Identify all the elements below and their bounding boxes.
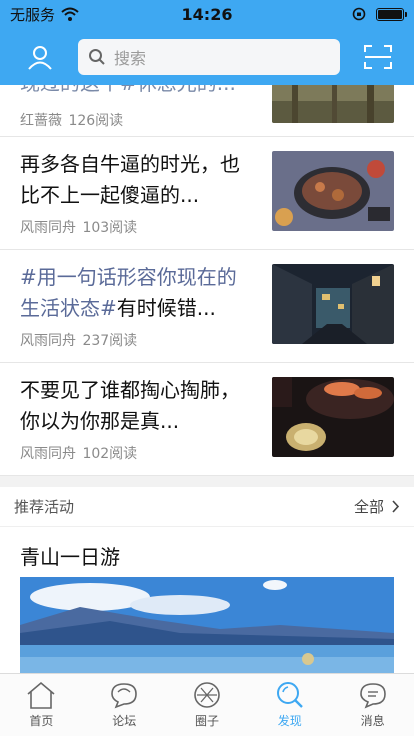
post-title: #用一句话形容你现在的生活状态#有时候错...: [20, 265, 237, 320]
tab-label: 圈子: [194, 714, 219, 728]
activity-image[interactable]: [20, 577, 394, 673]
post-title: 再多各自牛逼的时光，也比不上一起傻逼的...: [20, 152, 240, 207]
tab-label: 首页: [29, 714, 54, 728]
post-reads: 237阅读: [82, 333, 138, 349]
profile-button[interactable]: [16, 37, 64, 77]
tab-label: 发现: [277, 714, 302, 728]
post-reads: 126阅读: [68, 113, 124, 129]
recommended-activities: 推荐活动 全部 青山一日游: [0, 487, 414, 673]
post-thumbnail: [272, 151, 394, 231]
home-icon: [27, 681, 55, 709]
chevron-right-icon: [392, 500, 400, 513]
post-meta: 风雨同舟 103阅读: [20, 217, 137, 237]
search-placeholder: 搜索: [114, 48, 147, 68]
top-header: 无服务 14:26 搜索: [0, 0, 414, 85]
post-author: 风雨同舟: [20, 446, 76, 462]
discover-icon: [276, 682, 303, 708]
search-icon: [89, 48, 105, 65]
post-item[interactable]: 现过的这个#休息光的... 红蔷薇 126阅读: [0, 71, 414, 137]
post-thumbnail: [272, 264, 394, 344]
post-item[interactable]: 再多各自牛逼的时光，也比不上一起傻逼的... 风雨同舟 103阅读: [0, 137, 414, 250]
post-meta: 红蔷薇 126阅读: [20, 110, 123, 130]
post-item[interactable]: #用一句话形容你现在的生活状态#有时候错... 风雨同舟 237阅读: [0, 250, 414, 363]
battery-icon: [376, 7, 407, 21]
forum-icon: [111, 683, 137, 709]
post-meta: 风雨同舟 237阅读: [20, 330, 137, 350]
status-bar: 无服务 14:26: [0, 0, 414, 28]
post-thumbnail: [272, 377, 394, 457]
circle-icon: [194, 682, 220, 708]
activity-name[interactable]: 青山一日游: [20, 541, 120, 570]
post-author: 红蔷薇: [20, 113, 62, 129]
tab-label: 论坛: [112, 714, 137, 728]
tab-circle[interactable]: 圈子: [166, 674, 249, 736]
message-icon: [359, 683, 386, 709]
tab-discover[interactable]: 发现: [248, 674, 331, 736]
post-title: 不要见了谁都掏心掏肺，你以为你那是真...: [20, 378, 240, 433]
scan-icon: [364, 44, 392, 69]
search-input[interactable]: 搜索: [78, 38, 340, 75]
tab-messages[interactable]: 消息: [331, 674, 414, 736]
post-feed: 现过的这个#休息光的... 红蔷薇 126阅读 再多各自牛逼的时光，也比不上一起…: [0, 71, 414, 476]
post-item[interactable]: 不要见了谁都掏心掏肺，你以为你那是真... 风雨同舟 102阅读: [0, 363, 414, 476]
post-thumbnail: [272, 83, 394, 123]
post-meta: 风雨同舟 102阅读: [20, 443, 137, 463]
post-reads: 102阅读: [82, 446, 138, 462]
user-icon: [28, 45, 52, 70]
post-reads: 103阅读: [82, 220, 138, 236]
view-all-link[interactable]: 全部: [354, 496, 400, 517]
post-author: 风雨同舟: [20, 333, 76, 349]
tab-forum[interactable]: 论坛: [83, 674, 166, 736]
bottom-tab-bar: 首页 论坛 圈子 发现 消息: [0, 673, 414, 736]
tab-home[interactable]: 首页: [0, 674, 83, 736]
post-author: 风雨同舟: [20, 220, 76, 236]
clock: 14:26: [181, 4, 233, 24]
section-title: 推荐活动: [14, 498, 75, 516]
tab-label: 消息: [360, 714, 385, 728]
scan-button[interactable]: [354, 37, 402, 77]
